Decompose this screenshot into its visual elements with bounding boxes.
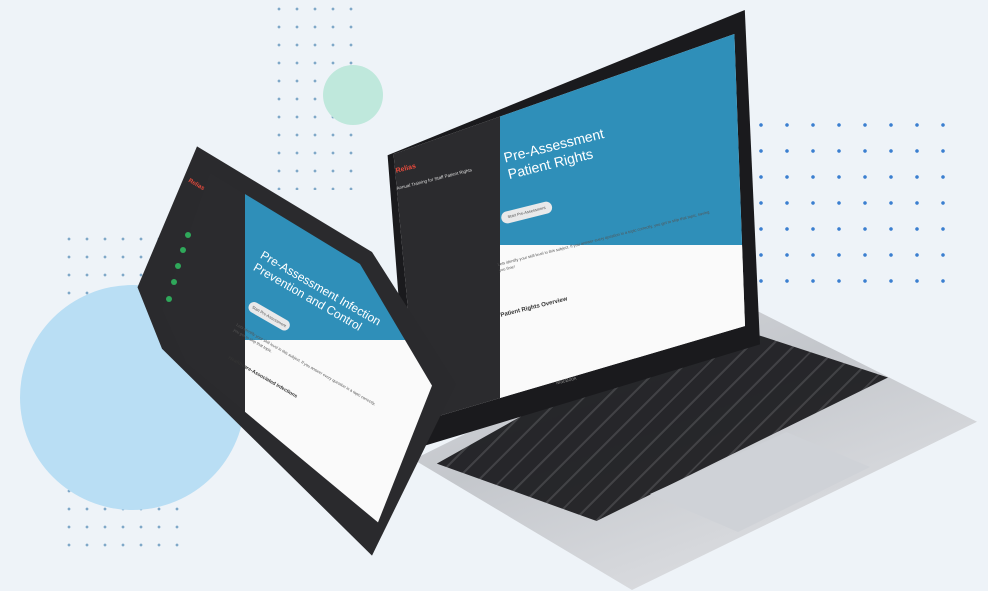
mint-circle [323,65,383,125]
check-icon [175,263,181,269]
check-icon [171,279,177,285]
check-icon [185,232,191,238]
dot-grid-right [748,112,963,292]
check-icon [180,247,186,253]
check-icon [166,296,172,302]
hero-illustration: { "colors": { "background": "#eef3f8", "… [0,0,988,591]
